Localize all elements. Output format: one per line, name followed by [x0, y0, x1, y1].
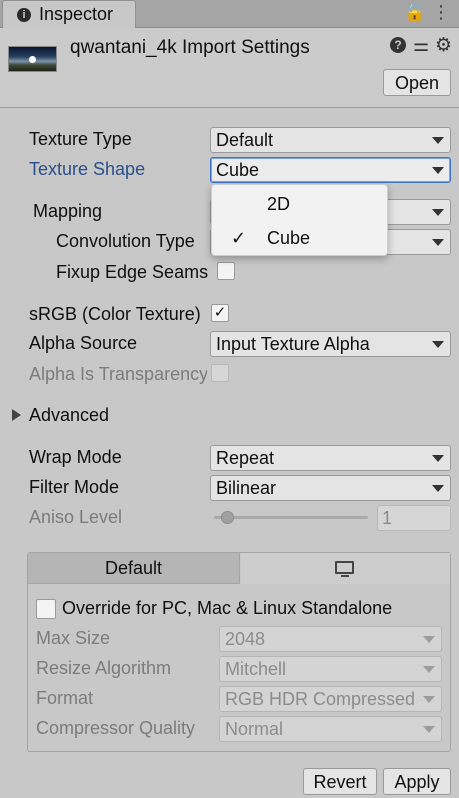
- srgb-label: sRGB (Color Texture): [29, 304, 201, 324]
- import-settings-header: qwantani_4k Import Settings ? ⚌ ⚙ Open: [0, 28, 459, 108]
- filter-mode-dropdown[interactable]: Bilinear: [210, 475, 451, 501]
- inspector-tab[interactable]: i Inspector: [2, 0, 136, 29]
- sun-glow: [29, 56, 36, 63]
- chevron-down-icon: [423, 636, 435, 643]
- chevron-down-icon: [423, 696, 435, 703]
- texture-preview-thumbnail: [8, 46, 57, 72]
- resize-algorithm-dropdown: Mitchell: [219, 656, 442, 682]
- format-dropdown: RGB HDR Compressed: [219, 686, 442, 712]
- popup-option-2d[interactable]: 2D: [212, 187, 387, 221]
- chevron-down-icon: [432, 341, 444, 348]
- texture-type-dropdown[interactable]: Default: [210, 127, 451, 153]
- wrap-mode-label: Wrap Mode: [29, 447, 122, 467]
- chevron-down-icon: [432, 209, 444, 216]
- chevron-down-icon: [432, 455, 444, 462]
- chevron-down-icon: [423, 666, 435, 673]
- texture-type-label: Texture Type: [29, 129, 132, 149]
- gear-icon[interactable]: ⚙: [435, 34, 452, 57]
- apply-button[interactable]: Apply: [383, 768, 451, 795]
- popup-option-cube[interactable]: ✓ Cube: [212, 221, 387, 255]
- inspector-tab-label: Inspector: [39, 4, 114, 24]
- more-options-icon[interactable]: ⋮: [432, 2, 450, 23]
- compressor-quality-value: Normal: [225, 719, 284, 739]
- alpha-is-transparency-label: Alpha Is Transparency: [29, 364, 207, 384]
- aniso-level-label: Aniso Level: [29, 507, 123, 527]
- override-checkbox[interactable]: [36, 599, 56, 619]
- aniso-level-slider-handle: [221, 511, 234, 524]
- max-size-value: 2048: [225, 629, 266, 649]
- fixup-edge-seams-checkbox[interactable]: [217, 262, 235, 280]
- resize-algorithm-label: Resize Algorithm: [36, 658, 172, 678]
- max-size-dropdown: 2048: [219, 626, 442, 652]
- preset-icon[interactable]: ⚌: [413, 35, 429, 56]
- fixup-edge-seams-label: Fixup Edge Seams: [56, 262, 209, 282]
- checkmark-icon: ✓: [213, 304, 227, 321]
- chevron-down-icon: [432, 137, 444, 144]
- wrap-mode-dropdown[interactable]: Repeat: [210, 445, 451, 471]
- compressor-quality-dropdown: Normal: [219, 716, 442, 742]
- aniso-level-slider-track: [214, 516, 368, 519]
- max-size-label: Max Size: [36, 628, 111, 648]
- texture-shape-label: Texture Shape: [29, 159, 146, 179]
- popup-option-label: 2D: [267, 194, 291, 214]
- mapping-label: Mapping: [33, 201, 103, 221]
- inspector-tab-bar: i Inspector 🔓 ⋮: [0, 0, 459, 29]
- format-label: Format: [36, 688, 94, 708]
- monitor-icon: [335, 561, 354, 574]
- foldout-arrow-icon[interactable]: [12, 409, 21, 421]
- format-value: RGB HDR Compressed: [225, 689, 416, 709]
- open-button[interactable]: Open: [383, 69, 451, 96]
- popup-option-label: Cube: [267, 228, 311, 248]
- advanced-foldout[interactable]: Advanced: [29, 405, 189, 426]
- page-title: qwantani_4k Import Settings: [70, 37, 310, 58]
- help-icon[interactable]: ?: [390, 37, 406, 53]
- revert-button[interactable]: Revert: [303, 768, 377, 795]
- lock-icon[interactable]: 🔓: [404, 3, 425, 23]
- convolution-type-label: Convolution Type: [56, 231, 195, 251]
- srgb-checkbox[interactable]: ✓: [211, 304, 229, 322]
- chevron-down-icon: [432, 485, 444, 492]
- alpha-source-label: Alpha Source: [29, 333, 138, 353]
- compressor-quality-label: Compressor Quality: [36, 718, 196, 738]
- alpha-source-dropdown[interactable]: Input Texture Alpha: [210, 331, 451, 357]
- alpha-source-value: Input Texture Alpha: [216, 334, 370, 354]
- chevron-down-icon: [432, 167, 444, 174]
- wrap-mode-value: Repeat: [216, 448, 275, 468]
- texture-shape-value: Cube: [216, 160, 260, 180]
- texture-type-value: Default: [216, 130, 274, 150]
- info-icon: i: [17, 8, 31, 22]
- filter-mode-value: Bilinear: [216, 478, 277, 498]
- alpha-is-transparency-checkbox: [211, 364, 229, 382]
- monitor-stand: [341, 575, 349, 577]
- override-label: Override for PC, Mac & Linux Standalone: [62, 598, 393, 618]
- texture-shape-dropdown[interactable]: Cube: [210, 157, 451, 183]
- texture-shape-popup: 2D ✓ Cube: [211, 184, 388, 256]
- filter-mode-label: Filter Mode: [29, 477, 120, 497]
- chevron-down-icon: [432, 239, 444, 246]
- chevron-down-icon: [423, 726, 435, 733]
- checkmark-icon: ✓: [231, 228, 247, 248]
- resize-algorithm-value: Mitchell: [225, 659, 287, 679]
- tab-default-platform[interactable]: Default: [28, 553, 240, 584]
- aniso-level-field: 1: [377, 505, 451, 531]
